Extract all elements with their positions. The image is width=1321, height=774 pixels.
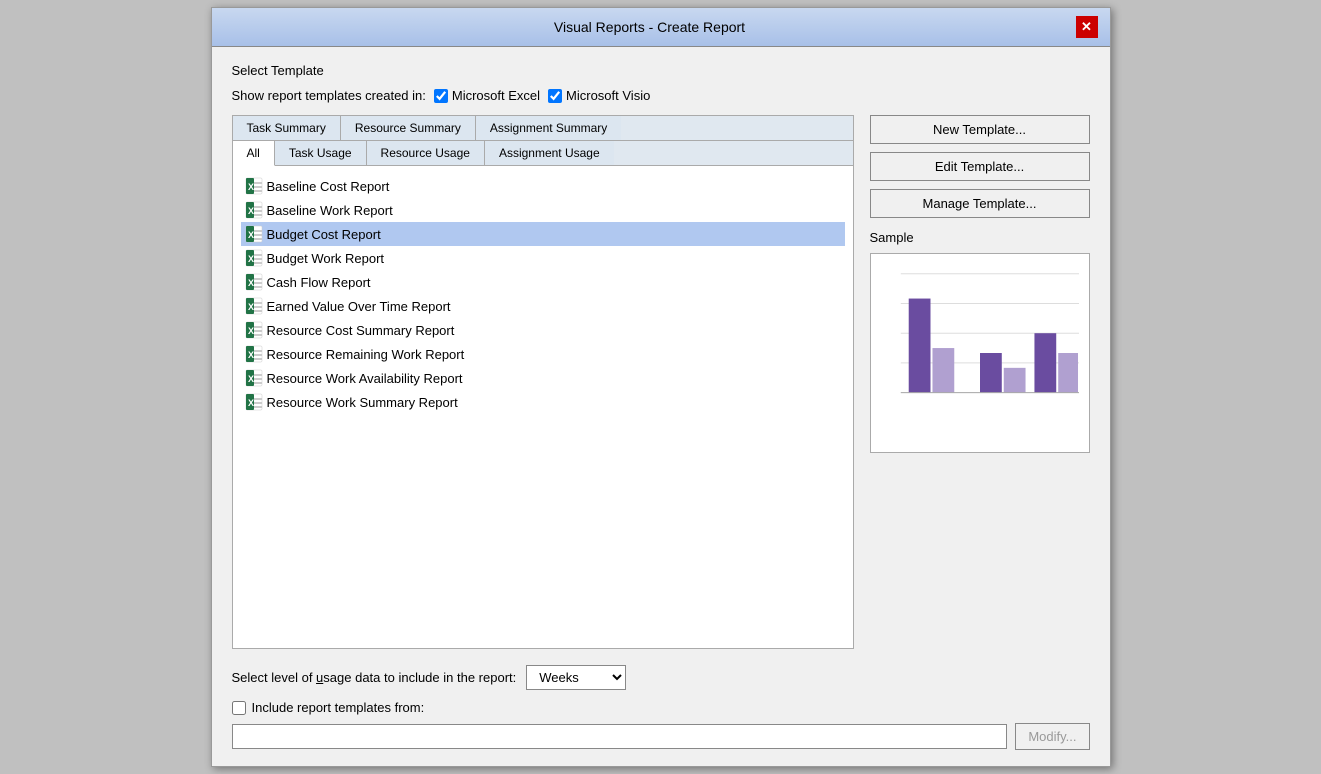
main-content: Task Summary Resource Summary Assignment… (232, 115, 1090, 649)
excel-icon: X (245, 321, 263, 339)
excel-icon: X (245, 177, 263, 195)
usage-label: Select level of usage data to include in… (232, 670, 517, 685)
title-bar: Visual Reports - Create Report ✕ (212, 8, 1110, 47)
report-item[interactable]: X Earned Value Over Time Report (241, 294, 845, 318)
sample-box (870, 253, 1090, 453)
report-item-label: Resource Work Summary Report (267, 395, 458, 410)
svg-text:X: X (248, 398, 254, 408)
report-item-label: Resource Cost Summary Report (267, 323, 455, 338)
visio-checkbox[interactable] (548, 89, 562, 103)
report-item[interactable]: X Resource Work Summary Report (241, 390, 845, 414)
excel-checkbox[interactable] (434, 89, 448, 103)
report-item-label: Baseline Cost Report (267, 179, 390, 194)
tab-task-summary[interactable]: Task Summary (233, 116, 341, 140)
visio-checkbox-label[interactable]: Microsoft Visio (548, 88, 650, 103)
close-button[interactable]: ✕ (1076, 16, 1098, 38)
edit-template-button[interactable]: Edit Template... (870, 152, 1090, 181)
sample-label: Sample (870, 230, 1090, 245)
report-item-label: Baseline Work Report (267, 203, 393, 218)
tab-assignment-summary[interactable]: Assignment Summary (476, 116, 621, 140)
report-item[interactable]: X Baseline Work Report (241, 198, 845, 222)
manage-template-button[interactable]: Manage Template... (870, 189, 1090, 218)
report-item[interactable]: X Resource Remaining Work Report (241, 342, 845, 366)
select-template-label: Select Template (232, 63, 1090, 78)
tab-resource-usage[interactable]: Resource Usage (367, 141, 485, 165)
show-templates-prefix: Show report templates created in: (232, 88, 426, 103)
report-list: X Baseline Cost Report X Baseline Work R… (233, 166, 853, 648)
show-templates-row: Show report templates created in: Micros… (232, 88, 1090, 103)
usage-select[interactable]: Weeks Days Months (526, 665, 626, 690)
report-item[interactable]: X Cash Flow Report (241, 270, 845, 294)
svg-text:X: X (248, 182, 254, 192)
report-item[interactable]: X Resource Work Availability Report (241, 366, 845, 390)
excel-checkbox-label[interactable]: Microsoft Excel (434, 88, 540, 103)
dialog-body: Select Template Show report templates cr… (212, 47, 1110, 766)
excel-icon: X (245, 225, 263, 243)
report-item-label: Budget Cost Report (267, 227, 381, 242)
usage-row: Select level of usage data to include in… (232, 665, 1090, 690)
excel-icon: X (245, 249, 263, 267)
report-item[interactable]: X Baseline Cost Report (241, 174, 845, 198)
report-item-label: Budget Work Report (267, 251, 385, 266)
report-item[interactable]: X Budget Cost Report (241, 222, 845, 246)
svg-text:X: X (248, 302, 254, 312)
report-item-label: Resource Remaining Work Report (267, 347, 465, 362)
svg-text:X: X (248, 350, 254, 360)
sample-chart (871, 254, 1089, 452)
dialog-window: Visual Reports - Create Report ✕ Select … (211, 7, 1111, 767)
include-row: Include report templates from: (232, 700, 1090, 715)
report-item[interactable]: X Budget Work Report (241, 246, 845, 270)
excel-icon: X (245, 393, 263, 411)
excel-label: Microsoft Excel (452, 88, 540, 103)
excel-icon: X (245, 297, 263, 315)
include-checkbox[interactable] (232, 701, 246, 715)
include-label: Include report templates from: (252, 700, 425, 715)
visio-label: Microsoft Visio (566, 88, 650, 103)
report-item-label: Earned Value Over Time Report (267, 299, 451, 314)
excel-icon: X (245, 201, 263, 219)
svg-text:X: X (248, 230, 254, 240)
tab-task-usage[interactable]: Task Usage (275, 141, 367, 165)
path-row: Modify... (232, 723, 1090, 750)
modify-button[interactable]: Modify... (1015, 723, 1089, 750)
dialog-title: Visual Reports - Create Report (224, 19, 1076, 35)
tab-all[interactable]: All (233, 141, 275, 166)
tabs-container: Task Summary Resource Summary Assignment… (232, 115, 854, 649)
report-item[interactable]: X Resource Cost Summary Report (241, 318, 845, 342)
top-tab-row: Task Summary Resource Summary Assignment… (233, 116, 853, 141)
svg-text:X: X (248, 326, 254, 336)
svg-text:X: X (248, 254, 254, 264)
tab-resource-summary[interactable]: Resource Summary (341, 116, 476, 140)
tab-assignment-usage[interactable]: Assignment Usage (485, 141, 614, 165)
bottom-tab-row: All Task Usage Resource Usage Assignment… (233, 141, 853, 166)
excel-icon: X (245, 369, 263, 387)
new-template-button[interactable]: New Template... (870, 115, 1090, 144)
excel-icon: X (245, 345, 263, 363)
svg-text:X: X (248, 374, 254, 384)
bottom-section: Select level of usage data to include in… (232, 665, 1090, 750)
right-panel: New Template... Edit Template... Manage … (870, 115, 1090, 649)
svg-text:X: X (248, 206, 254, 216)
path-input[interactable] (232, 724, 1008, 749)
excel-icon: X (245, 273, 263, 291)
svg-text:X: X (248, 278, 254, 288)
report-item-label: Cash Flow Report (267, 275, 371, 290)
report-item-label: Resource Work Availability Report (267, 371, 463, 386)
left-panel: Task Summary Resource Summary Assignment… (232, 115, 854, 649)
